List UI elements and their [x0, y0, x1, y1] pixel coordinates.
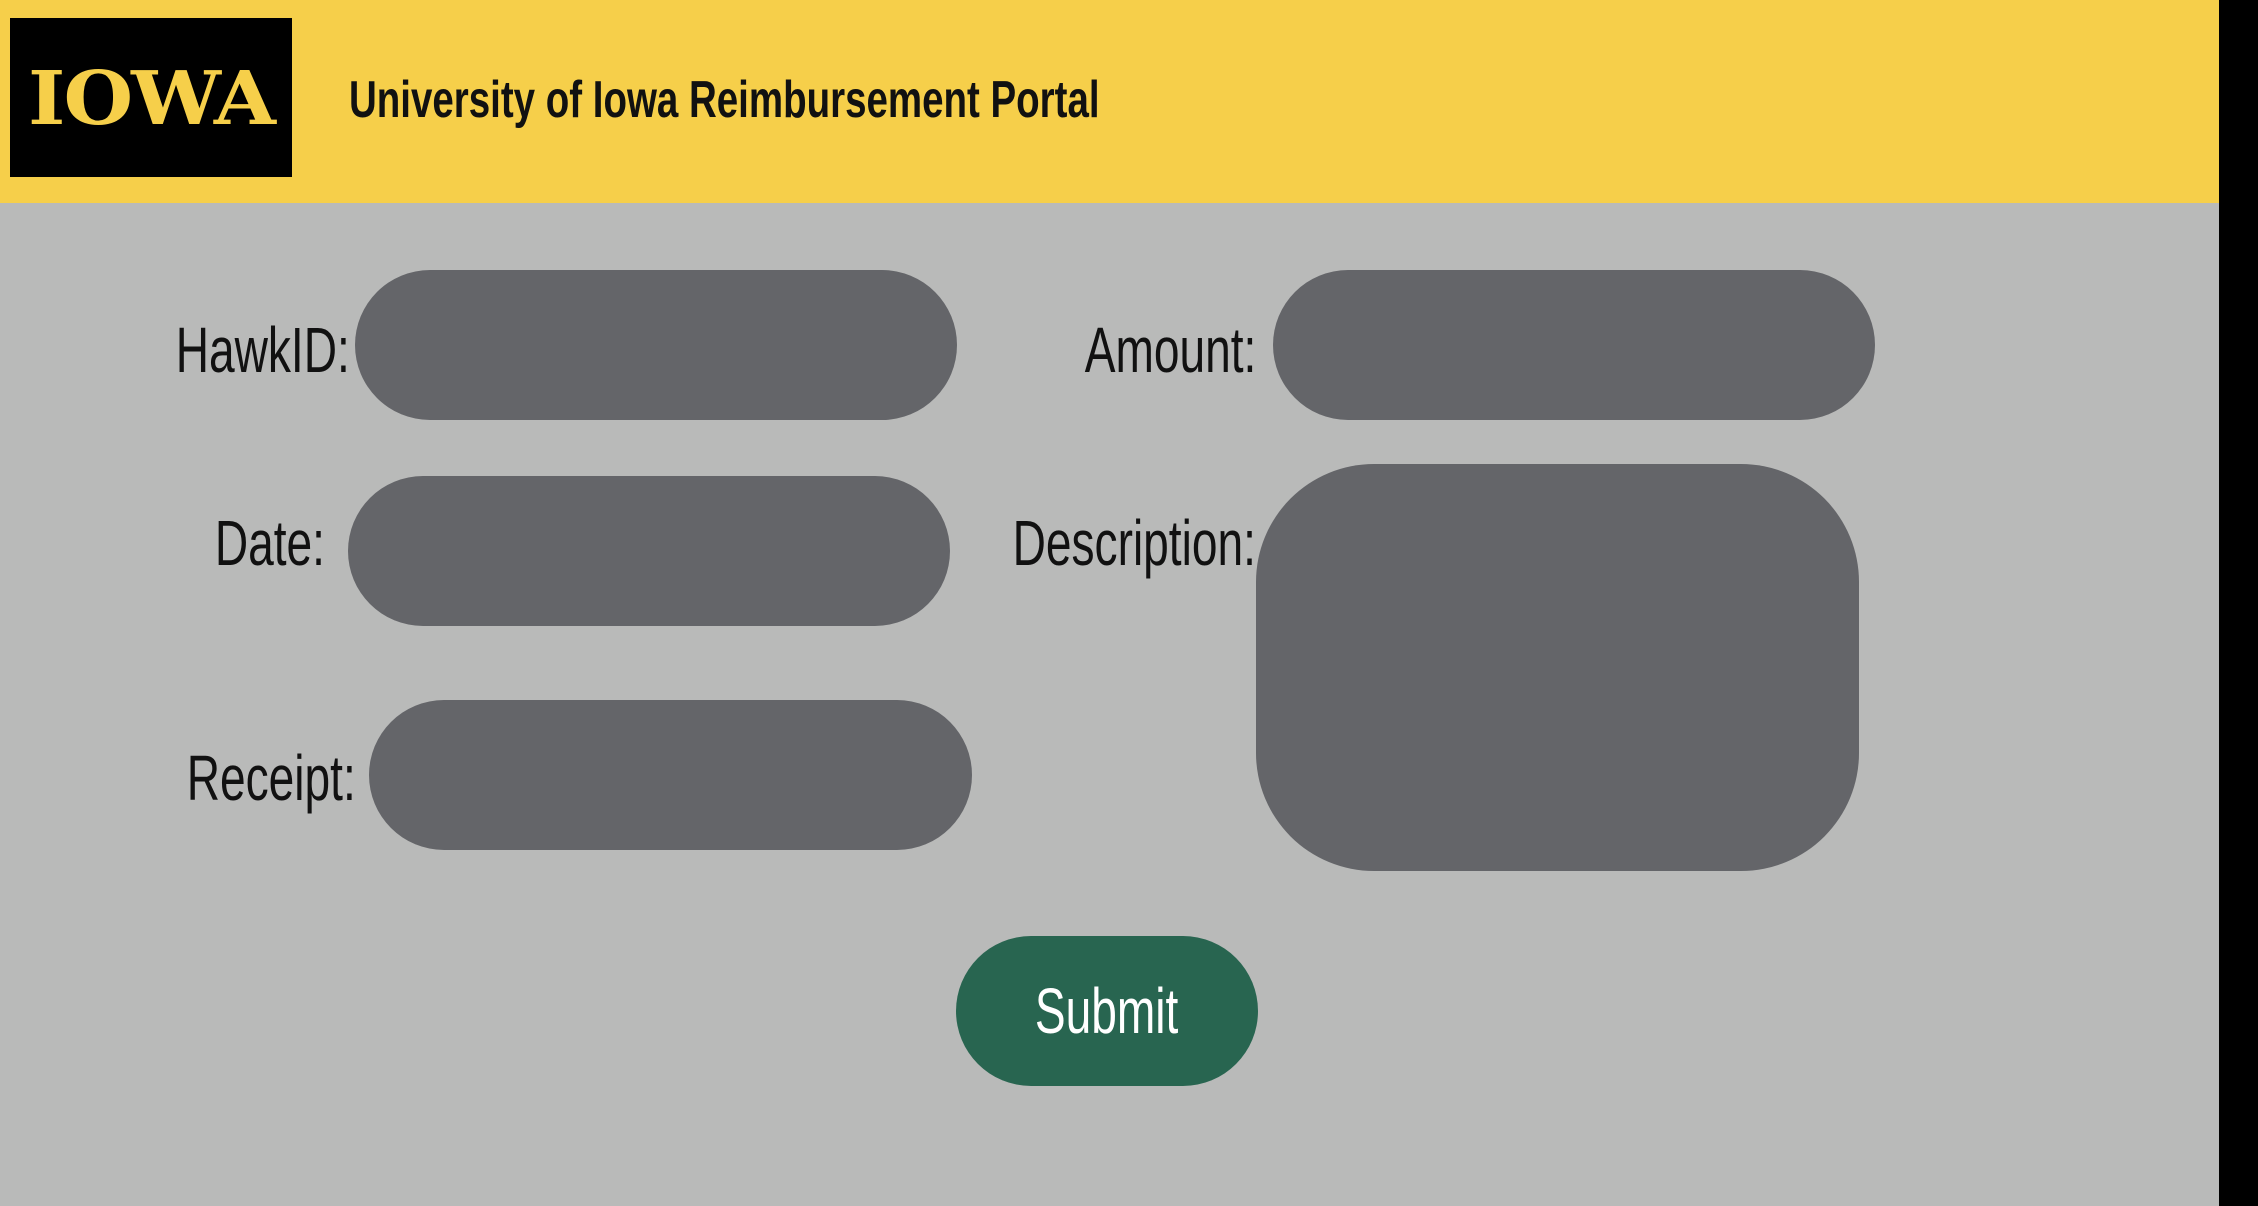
reimbursement-page: IOWA University of Iowa Reimbursement Po… — [0, 0, 2219, 1206]
iowa-logo: IOWA — [10, 18, 292, 177]
submit-button-label: Submit — [1035, 975, 1179, 1047]
description-textarea[interactable] — [1256, 464, 1859, 871]
window-edge — [2219, 0, 2258, 1206]
description-label: Description: — [1012, 507, 1256, 579]
header-bar: IOWA University of Iowa Reimbursement Po… — [0, 0, 2219, 203]
date-input[interactable] — [348, 476, 950, 626]
amount-label: Amount: — [1084, 314, 1256, 386]
date-label: Date: — [214, 507, 325, 579]
logo-wordmark: IOWA — [28, 54, 276, 141]
amount-input[interactable] — [1273, 270, 1875, 420]
receipt-input[interactable] — [369, 700, 972, 850]
hawkid-label: HawkID: — [175, 314, 350, 386]
hawkid-input[interactable] — [355, 270, 957, 420]
page-title: University of Iowa Reimbursement Portal — [349, 71, 1100, 129]
submit-button[interactable]: Submit — [956, 936, 1258, 1086]
receipt-label: Receipt: — [186, 742, 356, 814]
